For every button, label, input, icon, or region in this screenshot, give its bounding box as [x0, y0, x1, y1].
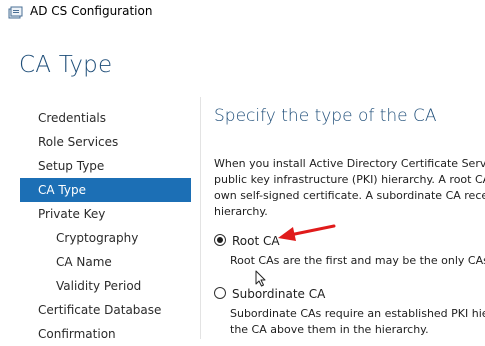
nav-item-validity-period[interactable]: Validity Period [20, 274, 191, 298]
window-title: AD CS Configuration [30, 4, 153, 18]
nav-item-role-services[interactable]: Role Services [20, 130, 191, 154]
root-ca-label: Root CA [232, 234, 280, 248]
server-config-icon [8, 4, 24, 23]
root-ca-radio[interactable]: Root CA [214, 233, 485, 249]
description-line: hierarchy. [214, 205, 268, 218]
description-line: public key infrastructure (PKI) hierarch… [214, 173, 485, 186]
option-description-line: Root CAs are the first and may be the on… [230, 254, 485, 267]
root-ca-option: Root CA Root CAs are the first and may b… [214, 233, 485, 269]
subordinate-ca-label: Subordinate CA [232, 287, 326, 301]
option-description-line: the CA above them in the hierarchy. [230, 323, 429, 336]
option-description-line: Subordinate CAs require an established P… [230, 307, 485, 320]
description-line: own self-signed certificate. A subordina… [214, 189, 485, 202]
description-line: When you install Active Directory Certif… [214, 157, 485, 170]
nav-item-cryptography[interactable]: Cryptography [20, 226, 191, 250]
page-title: CA Type [19, 52, 113, 78]
nav-item-credentials[interactable]: Credentials [20, 106, 191, 130]
nav-item-private-key[interactable]: Private Key [20, 202, 191, 226]
radio-checked-icon[interactable] [214, 234, 226, 246]
subordinate-ca-option: Subordinate CA Subordinate CAs require a… [214, 286, 485, 338]
content-heading: Specify the type of the CA [214, 106, 437, 126]
nav-item-certificate-database[interactable]: Certificate Database [20, 298, 191, 322]
red-arrow-icon [276, 222, 336, 248]
wizard-nav: Credentials Role Services Setup Type CA … [20, 106, 191, 346]
nav-item-confirmation[interactable]: Confirmation [20, 322, 191, 346]
nav-item-ca-type[interactable]: CA Type [20, 178, 191, 202]
nav-divider [200, 97, 201, 339]
mouse-cursor-icon [255, 270, 266, 291]
subordinate-ca-description: Subordinate CAs require an established P… [230, 306, 485, 338]
root-ca-description: Root CAs are the first and may be the on… [230, 253, 485, 269]
radio-unchecked-icon[interactable] [214, 287, 226, 299]
nav-item-ca-name[interactable]: CA Name [20, 250, 191, 274]
nav-item-setup-type[interactable]: Setup Type [20, 154, 191, 178]
ca-type-description: When you install Active Directory Certif… [214, 156, 485, 220]
